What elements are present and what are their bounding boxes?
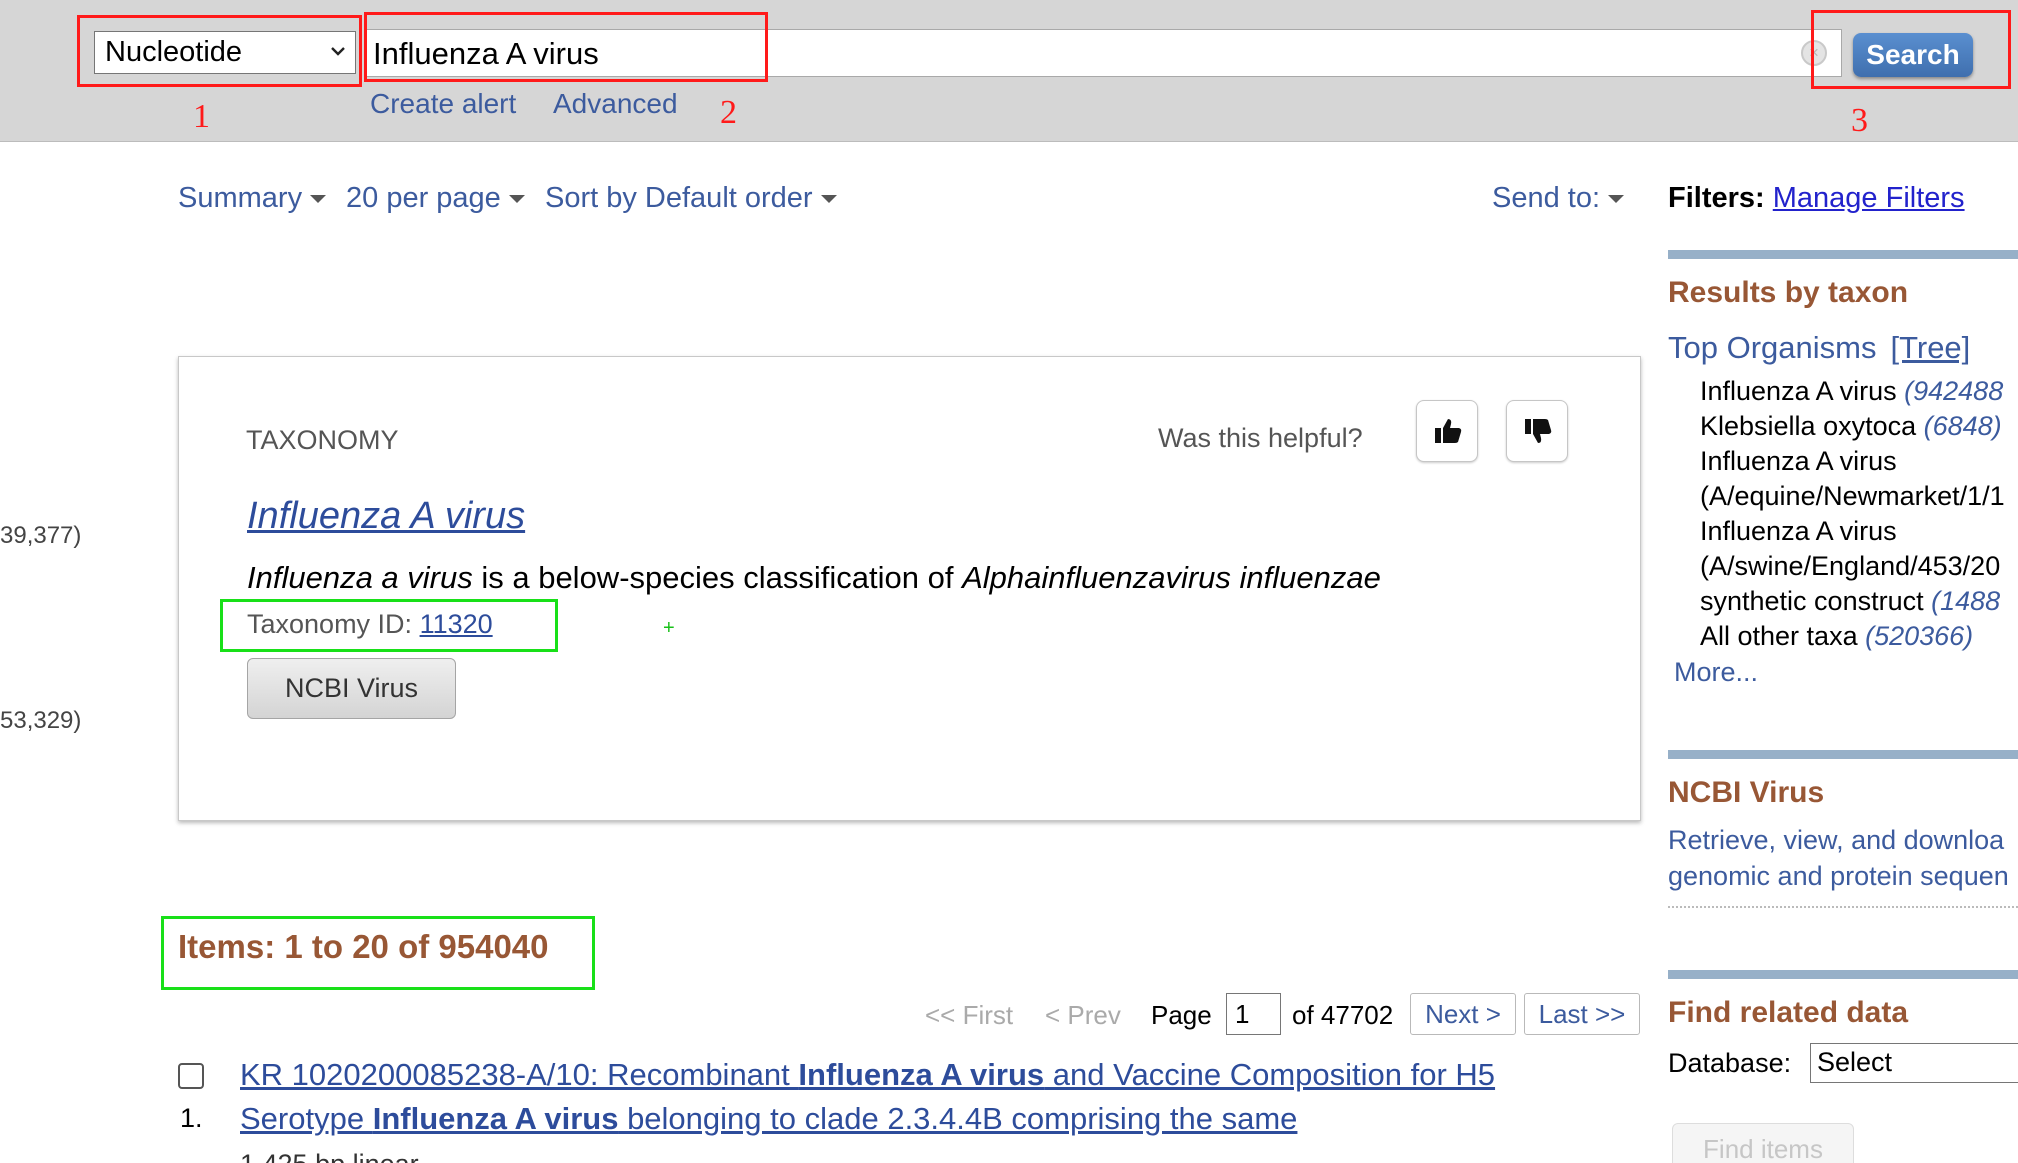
filters-header: Filters: Manage Filters bbox=[1668, 182, 1965, 215]
organism-item[interactable]: Influenza A virus bbox=[1700, 516, 1897, 547]
sort-dropdown[interactable]: Sort by Default order bbox=[545, 182, 837, 215]
organism-item[interactable]: All other taxa (520366) bbox=[1700, 621, 1973, 652]
organism-item[interactable]: Influenza A virus (942488 bbox=[1700, 376, 2003, 407]
organism-item[interactable]: Influenza A virus bbox=[1700, 446, 1897, 477]
tree-link[interactable]: [Tree] bbox=[1890, 330, 1970, 365]
thumbs-up-button[interactable] bbox=[1416, 400, 1478, 462]
dotted-divider bbox=[1668, 906, 2018, 908]
items-count: Items: 1 to 20 of 954040 bbox=[178, 928, 549, 965]
pager-next-button[interactable]: Next > bbox=[1410, 993, 1516, 1035]
organism-item[interactable]: (A/equine/Newmarket/1/1 bbox=[1700, 481, 2005, 512]
caret-down-icon bbox=[508, 195, 525, 204]
pager-page-label: Page bbox=[1151, 1000, 1212, 1030]
organism-item[interactable]: (A/swine/England/453/20 bbox=[1700, 551, 2000, 582]
pager-prev: < Prev bbox=[1045, 1000, 1121, 1030]
result-title-part: KR 1020200085238-A/10: Recombinant bbox=[240, 1057, 799, 1092]
result-checkbox[interactable] bbox=[178, 1063, 204, 1089]
annotation-number-3: 3 bbox=[1851, 102, 1868, 139]
taxonomy-desc-species: Alphainfluenzavirus influenzae bbox=[962, 560, 1381, 595]
organism-count: (520366) bbox=[1865, 621, 1974, 651]
database-label: Database: bbox=[1668, 1048, 1792, 1078]
filters-label: Filters: bbox=[1668, 182, 1765, 214]
taxonomy-desc-name: Influenza a virus bbox=[247, 560, 473, 595]
organism-name: (A/equine/Newmarket/1/1 bbox=[1700, 481, 2005, 511]
cursor-marker: + bbox=[663, 617, 675, 639]
thumbs-up-icon bbox=[1435, 419, 1462, 443]
ncbi-virus-link[interactable]: Retrieve, view, and downloa bbox=[1668, 822, 2004, 858]
taxonomy-description: Influenza a virus is a below-species cla… bbox=[247, 560, 1381, 596]
result-title-highlight: Influenza A virus bbox=[798, 1057, 1045, 1092]
sidebar-divider bbox=[1668, 970, 2018, 979]
create-alert-link[interactable]: Create alert bbox=[370, 88, 516, 120]
send-to-dropdown[interactable]: Send to: bbox=[1492, 182, 1625, 215]
result-number: 1. bbox=[180, 1103, 203, 1133]
result-title-link[interactable]: Serotype Influenza A virus belonging to … bbox=[240, 1101, 1297, 1137]
result-title-highlight: Influenza A virus bbox=[372, 1101, 619, 1136]
ncbi-virus-link[interactable]: genomic and protein sequen bbox=[1668, 858, 2009, 894]
annotation-number-2: 2 bbox=[720, 94, 737, 131]
more-organisms-link[interactable]: More... bbox=[1674, 657, 1758, 688]
organism-name: (A/swine/England/453/20 bbox=[1700, 551, 2001, 581]
top-organisms-label: Top Organisms bbox=[1668, 330, 1877, 365]
find-related-heading: Find related data bbox=[1668, 996, 1909, 1029]
summary-dropdown[interactable]: Summary bbox=[178, 182, 327, 215]
manage-filters-link[interactable]: Manage Filters bbox=[1773, 182, 1965, 214]
sort-label: Sort by Default order bbox=[545, 182, 813, 214]
organism-name: Influenza A virus bbox=[1700, 446, 1897, 476]
caret-down-icon bbox=[1608, 195, 1625, 204]
thumbs-down-icon bbox=[1525, 419, 1552, 443]
per-page-label: 20 per page bbox=[346, 182, 501, 214]
left-facet-count: 39,377) bbox=[0, 522, 82, 549]
result-title-part: and Vaccine Composition for H5 bbox=[1044, 1057, 1496, 1092]
advanced-link[interactable]: Advanced bbox=[553, 88, 678, 120]
pager-last-button[interactable]: Last >> bbox=[1524, 993, 1640, 1035]
taxonomy-label: TAXONOMY bbox=[246, 425, 399, 455]
organism-item[interactable]: Klebsiella oxytoca (6848) bbox=[1700, 411, 2002, 442]
top-organisms-header: Top Organisms [Tree] bbox=[1668, 330, 1970, 366]
caret-down-icon bbox=[310, 195, 327, 204]
organism-count: (1488 bbox=[1931, 586, 2001, 616]
result-title-link[interactable]: KR 1020200085238-A/10: Recombinant Influ… bbox=[240, 1057, 1495, 1093]
helpful-question: Was this helpful? bbox=[1158, 423, 1363, 453]
organism-item[interactable]: synthetic construct (1488 bbox=[1700, 586, 2000, 617]
organism-name: synthetic construct bbox=[1700, 586, 1932, 616]
ncbi-virus-button[interactable]: NCBI Virus bbox=[247, 658, 456, 719]
sidebar-divider bbox=[1668, 250, 2018, 259]
ncbi-virus-heading: NCBI Virus bbox=[1668, 776, 1825, 809]
organism-name: All other taxa bbox=[1700, 621, 1866, 651]
pager-first: << First bbox=[925, 1000, 1014, 1030]
annotation-number-1: 1 bbox=[193, 98, 210, 135]
highlight-taxonomy-id bbox=[220, 599, 558, 652]
page-number-input[interactable]: 1 bbox=[1226, 993, 1281, 1035]
summary-label: Summary bbox=[178, 182, 303, 214]
sidebar-divider bbox=[1668, 750, 2018, 759]
caret-down-icon bbox=[820, 195, 837, 204]
thumbs-down-button[interactable] bbox=[1506, 400, 1568, 462]
taxonomy-title-link[interactable]: Influenza A virus bbox=[247, 495, 525, 538]
annotation-box-3 bbox=[1811, 10, 2011, 89]
find-items-button[interactable]: Find items bbox=[1672, 1123, 1854, 1163]
annotation-box-2 bbox=[364, 12, 768, 82]
organism-name: Influenza A virus bbox=[1700, 516, 1897, 546]
organism-name: Influenza A virus bbox=[1700, 376, 1905, 406]
per-page-dropdown[interactable]: 20 per page bbox=[346, 182, 525, 215]
result-title-part: belonging to clade 2.3.4.4B comprising t… bbox=[618, 1101, 1298, 1136]
annotation-box-1 bbox=[77, 15, 362, 87]
send-to-label: Send to: bbox=[1492, 182, 1601, 214]
organism-count: (942488 bbox=[1904, 376, 2004, 406]
related-database-select[interactable]: Select bbox=[1810, 1043, 2018, 1083]
result-title-part: Serotype bbox=[240, 1101, 373, 1136]
results-by-taxon-heading: Results by taxon bbox=[1668, 276, 1909, 309]
organism-name: Klebsiella oxytoca bbox=[1700, 411, 1924, 441]
taxonomy-desc-text: is a below-species classification of bbox=[472, 560, 963, 595]
organism-count: (6848) bbox=[1923, 411, 2002, 441]
left-facet-count: 53,329) bbox=[0, 707, 82, 734]
pager-total: of 47702 bbox=[1292, 1000, 1394, 1030]
result-meta: 1,425 bp linear bbox=[240, 1149, 419, 1163]
